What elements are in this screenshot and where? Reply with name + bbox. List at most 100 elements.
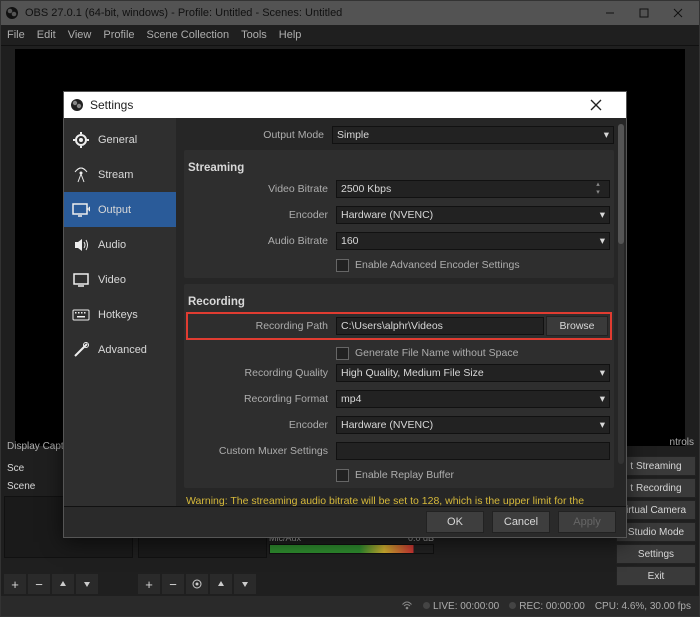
audio-bitrate-select[interactable]: 160▾ [336,232,610,250]
gen-filename-label: Generate File Name without Space [355,347,518,359]
recording-header: Recording [188,296,610,308]
virtual-camera-button[interactable]: irtual Camera [616,500,696,520]
chevron-down-icon: ▾ [600,209,605,221]
cancel-button[interactable]: Cancel [492,511,550,533]
chevron-down-icon: ▾ [600,393,605,405]
mixer-track2-meter [269,544,434,554]
recording-format-select[interactable]: mp4▾ [336,390,610,408]
sidebar-item-label: Audio [98,239,126,251]
menu-tools[interactable]: Tools [241,29,267,41]
monitor-icon [72,271,90,289]
dialog-titlebar: Settings [64,92,626,118]
recording-path-label: Recording Path [190,320,336,332]
recording-path-input[interactable]: C:\Users\alphr\Videos [336,317,544,335]
video-bitrate-label: Video Bitrate [188,183,336,195]
adv-encoder-checkbox[interactable] [336,259,349,272]
app-icon [5,6,19,20]
sidebar-item-label: General [98,134,137,146]
menu-help[interactable]: Help [279,29,302,41]
replay-buffer-label: Enable Replay Buffer [355,469,454,481]
settings-content: Output Mode Simple▾ Streaming Video Bitr… [176,118,626,506]
controls-header: ntrols [616,437,696,452]
maximize-button[interactable] [627,1,661,25]
sidebar-item-advanced[interactable]: Advanced [64,332,176,367]
settings-button[interactable]: Settings [616,544,696,564]
live-dot-icon [423,602,430,609]
sidebar-item-video[interactable]: Video [64,262,176,297]
speaker-icon [72,236,90,254]
broadcast-icon [401,600,413,612]
source-up-icon[interactable] [210,574,232,594]
dialog-footer: OK Cancel Apply [64,506,626,537]
recording-quality-select[interactable]: High Quality, Medium File Size▾ [336,364,610,382]
scene-down-icon[interactable] [76,574,98,594]
menu-file[interactable]: File [7,29,25,41]
menubar: File Edit View Profile Scene Collection … [1,25,699,46]
streaming-header: Streaming [188,162,610,174]
sidebar-item-label: Stream [98,169,133,181]
add-scene-button[interactable]: + [4,574,26,594]
settings-dialog: Settings General Stream Output [63,91,627,538]
remove-scene-button[interactable]: − [28,574,50,594]
start-streaming-button[interactable]: t Streaming [616,456,696,476]
muxer-input[interactable] [336,442,610,460]
output-mode-select[interactable]: Simple▾ [332,126,614,144]
dialog-close-button[interactable] [590,99,620,111]
recording-encoder-select[interactable]: Hardware (NVENC)▾ [336,416,610,434]
browse-button[interactable]: Browse [546,316,608,336]
sidebar-item-audio[interactable]: Audio [64,227,176,262]
replay-buffer-checkbox[interactable] [336,469,349,482]
antenna-icon [72,166,90,184]
sidebar-item-label: Output [98,204,131,216]
encoder-label: Encoder [188,209,336,221]
remove-source-button[interactable]: − [162,574,184,594]
status-cpu: CPU: 4.6%, 30.00 fps [595,601,691,612]
status-rec: REC: 00:00:00 [519,601,585,612]
output-icon [72,201,90,219]
ok-button[interactable]: OK [426,511,484,533]
sidebar-item-label: Hotkeys [98,309,138,321]
chevron-down-icon: ▾ [604,129,609,141]
start-recording-button[interactable]: t Recording [616,478,696,498]
recording-format-label: Recording Format [188,393,336,405]
menu-view[interactable]: View [68,29,92,41]
add-source-button[interactable]: + [138,574,160,594]
sidebar-item-general[interactable]: General [64,122,176,157]
minimize-button[interactable] [593,1,627,25]
sidebar-item-stream[interactable]: Stream [64,157,176,192]
tools-icon [72,341,90,359]
output-mode-label: Output Mode [184,129,332,141]
sidebar-item-hotkeys[interactable]: Hotkeys [64,297,176,332]
chevron-down-icon: ▾ [600,367,605,379]
apply-button[interactable]: Apply [558,511,616,533]
controls-panel: ntrols t Streaming t Recording irtual Ca… [616,437,696,586]
chevron-down-icon: ▾ [600,235,605,247]
gear-icon [72,131,90,149]
video-bitrate-input[interactable]: 2500 Kbps▴▾ [336,180,610,198]
scene-col-label: Sce [7,463,24,474]
exit-button[interactable]: Exit [616,566,696,586]
scene-label[interactable]: Scene [7,481,35,492]
recording-path-highlight: Recording Path C:\Users\alphr\Videos Bro… [186,312,612,340]
sidebar-item-label: Advanced [98,344,147,356]
source-settings-icon[interactable] [186,574,208,594]
titlebar: OBS 27.0.1 (64-bit, windows) - Profile: … [1,1,699,25]
studio-mode-button[interactable]: Studio Mode [616,522,696,542]
menu-profile[interactable]: Profile [103,29,134,41]
dialog-title: Settings [90,98,133,112]
scene-up-icon[interactable] [52,574,74,594]
dialog-app-icon [70,98,84,112]
adv-encoder-label: Enable Advanced Encoder Settings [355,259,520,271]
source-down-icon[interactable] [234,574,256,594]
sidebar-item-output[interactable]: Output [64,192,176,227]
audio-bitrate-label: Audio Bitrate [188,235,336,247]
menu-edit[interactable]: Edit [37,29,56,41]
gen-filename-checkbox[interactable] [336,347,349,360]
sidebar-item-label: Video [98,274,126,286]
spinner-icon[interactable]: ▴▾ [591,181,605,197]
scrollbar[interactable] [618,124,624,464]
settings-sidebar: General Stream Output Audio Video [64,118,176,506]
streaming-encoder-select[interactable]: Hardware (NVENC)▾ [336,206,610,224]
menu-scene-collection[interactable]: Scene Collection [147,29,230,41]
close-button[interactable] [661,1,695,25]
